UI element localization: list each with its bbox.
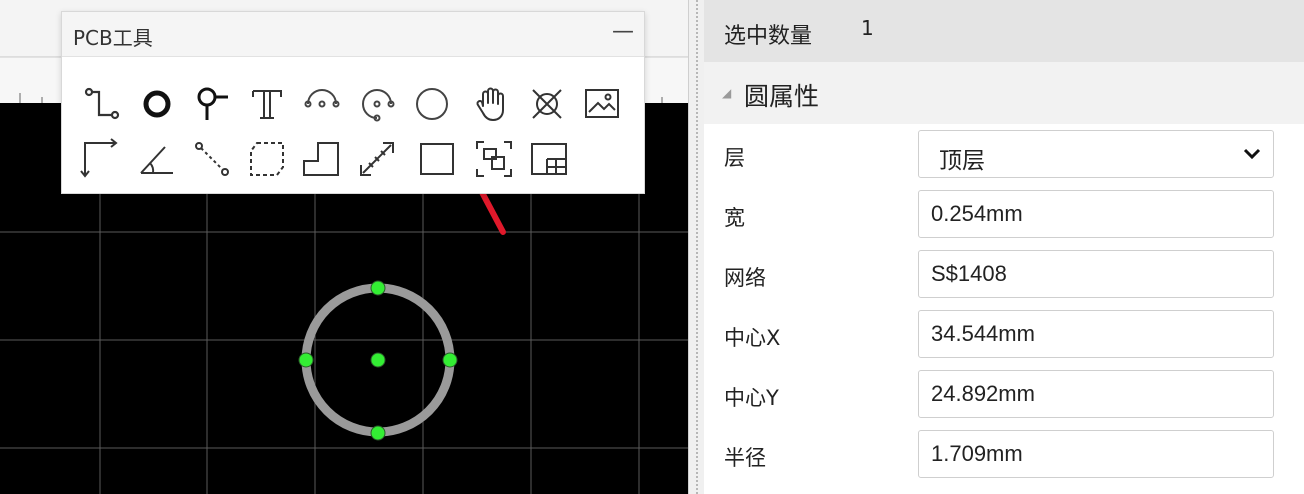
layer-select[interactable]: 顶层 [918,130,1274,178]
arc-icon[interactable] [300,82,344,126]
circle-properties-header[interactable]: ◢ 圆属性 [704,62,1304,124]
solid-region-icon[interactable] [300,137,344,181]
protractor-icon[interactable] [135,137,179,181]
chevron-down-icon [1243,148,1261,160]
handle-top[interactable] [370,280,386,296]
tool-window-titlebar[interactable]: PCB工具 — [62,12,644,57]
center-x-input[interactable] [918,310,1274,358]
rectangle-icon[interactable] [415,137,459,181]
width-label: 宽 [724,206,745,230]
group-icon[interactable] [472,137,516,181]
section-title: 圆属性 [744,82,820,111]
measure-icon[interactable] [355,137,399,181]
selected-count-value: 1 [861,16,874,40]
handle-bottom[interactable] [370,425,386,441]
panel-icon[interactable] [527,137,571,181]
splitter-grip [696,0,698,494]
text-icon[interactable] [245,82,289,126]
circle-icon[interactable] [410,82,454,126]
layer-value: 顶层 [939,148,985,174]
minimize-button[interactable]: — [610,16,636,50]
center-arc-icon[interactable] [355,82,399,126]
net-label: 网络 [724,266,766,290]
pan-hand-icon[interactable] [470,82,514,126]
width-input[interactable] [918,190,1274,238]
net-input[interactable] [918,250,1274,298]
hole-icon[interactable] [525,82,569,126]
selection-count-row: 选中数量 1 [704,0,1304,62]
pcb-tools-window[interactable]: PCB工具 — [61,11,645,194]
copper-area-icon[interactable] [245,137,289,181]
center-y-input[interactable] [918,370,1274,418]
handle-right[interactable] [442,352,458,368]
panel-splitter[interactable] [688,0,705,494]
center-x-label: 中心X [724,326,781,350]
tool-window-title: PCB工具 [73,26,153,50]
handle-left[interactable] [298,352,314,368]
properties-panel: 选中数量 1 ◢ 圆属性 层 顶层 宽 网络 中心X 中心Y 半径 [704,0,1304,494]
pad-icon[interactable] [135,82,179,126]
via-icon[interactable] [190,82,234,126]
radius-label: 半径 [724,446,766,470]
collapse-triangle-icon[interactable]: ◢ [722,86,731,100]
dimension-icon[interactable] [77,137,121,181]
layer-label: 层 [724,146,745,170]
selected-count-label: 选中数量 [724,24,813,49]
center-y-label: 中心Y [724,386,779,410]
handle-center[interactable] [370,352,386,368]
connect-pads-icon[interactable] [190,137,234,181]
track-icon[interactable] [80,82,124,126]
image-icon[interactable] [580,82,624,126]
radius-input[interactable] [918,430,1274,478]
